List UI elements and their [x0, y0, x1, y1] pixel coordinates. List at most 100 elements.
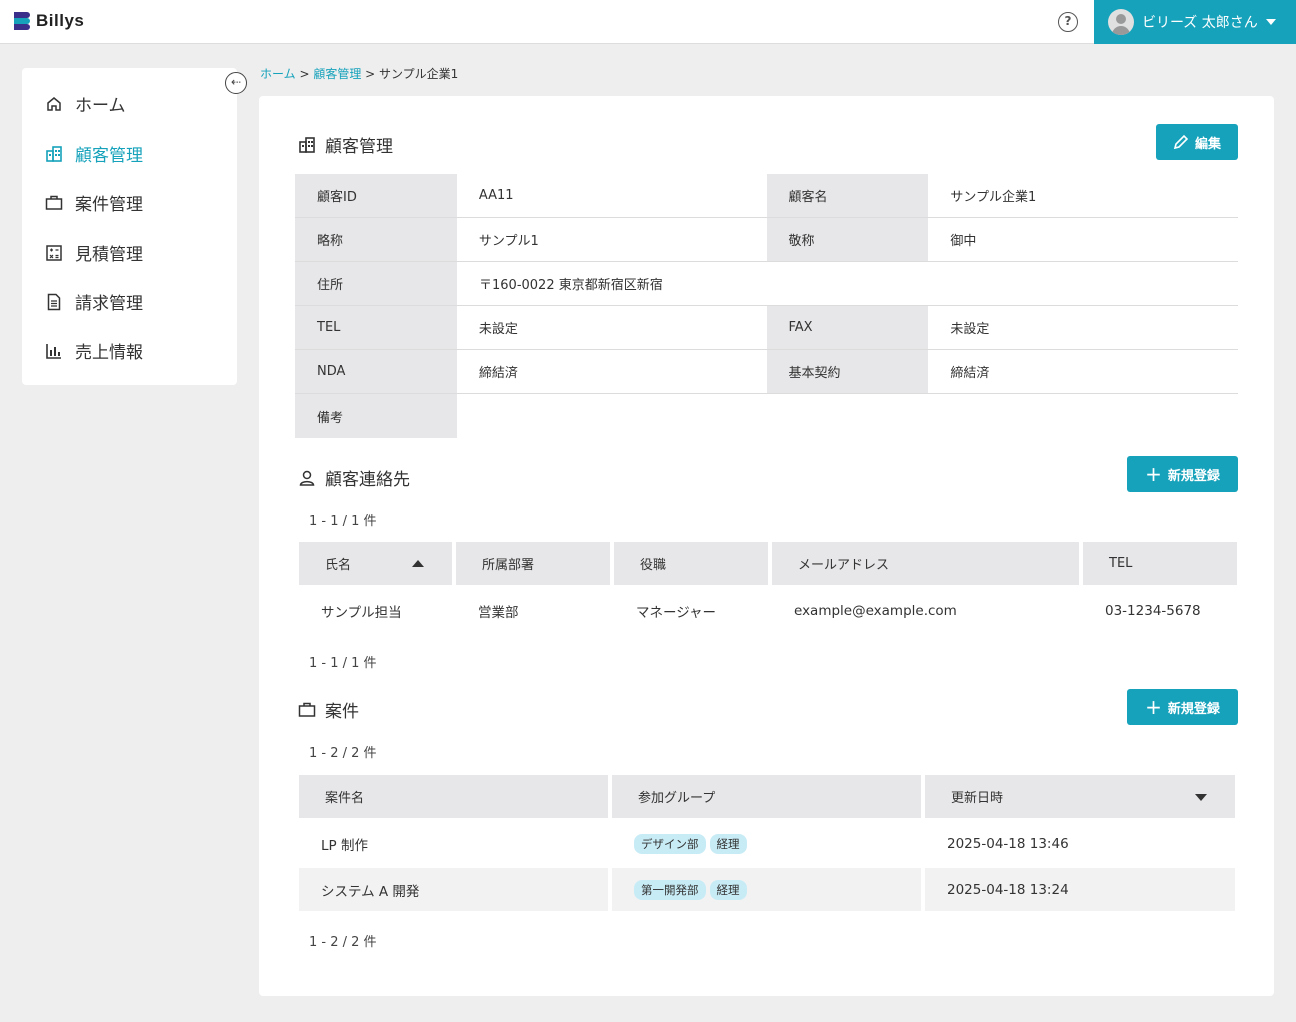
new-button-label: 新規登録 — [1167, 701, 1220, 717]
info-row: NDA 締結済 基本契約 締結済 — [295, 350, 1238, 394]
table-row: システム A 開発 第一開発部 経理 2025-04-18 13:24 — [299, 868, 1235, 911]
field-label: 顧客名 — [766, 174, 929, 217]
contact-role: マネージャー — [636, 604, 717, 621]
pencil-icon — [1173, 134, 1189, 150]
field-label: 敬称 — [766, 218, 929, 261]
info-row: 顧客ID AA11 顧客名 サンプル企業1 — [295, 174, 1238, 218]
column-header-email[interactable]: メールアドレス — [772, 542, 1079, 585]
field-value: サンプル企業1 — [950, 190, 1037, 205]
sidebar-item-label: 請求管理 — [75, 294, 143, 314]
sidebar-item-projects[interactable]: 案件管理 — [45, 190, 143, 215]
sidebar-item-label: 見積管理 — [75, 245, 143, 265]
column-header-label: TEL — [1109, 556, 1133, 571]
edit-button[interactable]: 編集 — [1156, 124, 1238, 160]
sidebar-item-label: ホーム — [75, 96, 126, 116]
contacts-section-title: 顧客連絡先 — [298, 465, 410, 490]
column-header-dept[interactable]: 所属部署 — [456, 542, 610, 585]
field-value: 〒160-0022 東京都新宿区新宿 — [479, 278, 663, 293]
field-value: サンプル1 — [478, 234, 539, 249]
help-icon[interactable]: ? — [1058, 12, 1078, 32]
new-button-label: 新規登録 — [1167, 468, 1220, 484]
sidebar-item-invoices[interactable]: 請求管理 — [45, 289, 143, 314]
section-title-text: 顧客連絡先 — [325, 470, 410, 490]
field-label: 備考 — [295, 394, 457, 438]
briefcase-icon — [298, 702, 316, 717]
top-header: Billys ? ビリーズ 太郎さん — [0, 0, 1296, 44]
contacts-count-bottom: 1 - 1 / 1 件 — [309, 656, 377, 671]
field-value: 未設定 — [478, 322, 518, 337]
field-label: FAX — [766, 306, 929, 349]
field-value: 締結済 — [950, 366, 990, 381]
sidebar-item-home[interactable]: ホーム — [45, 91, 126, 116]
section-title-text: 顧客管理 — [325, 137, 393, 157]
user-name: ビリーズ 太郎さん — [1142, 15, 1258, 31]
column-header-groups[interactable]: 参加グループ — [612, 775, 921, 818]
new-project-button[interactable]: + 新規登録 — [1127, 689, 1238, 725]
column-header-role[interactable]: 役職 — [614, 542, 768, 585]
project-groups: 第一開発部 経理 — [612, 868, 921, 911]
column-header-name[interactable]: 氏名 — [299, 542, 452, 585]
table-row: LP 制作 デザイン部 経理 2025-04-18 13:46 — [299, 822, 1235, 865]
info-row: TEL 未設定 FAX 未設定 — [295, 306, 1238, 350]
column-header-tel[interactable]: TEL — [1083, 542, 1237, 585]
breadcrumb-home-link[interactable]: ホーム — [260, 67, 296, 81]
field-label: 住所 — [295, 262, 457, 305]
group-tag: 第一開発部 — [634, 879, 706, 900]
plus-icon: + — [1145, 695, 1162, 719]
person-icon — [299, 470, 315, 486]
breadcrumb-separator: > — [295, 67, 314, 81]
calculator-icon — [46, 244, 62, 261]
column-header-label: 参加グループ — [638, 791, 716, 806]
contact-tel: 03-1234-5678 — [1105, 602, 1201, 619]
projects-count-bottom: 1 - 2 / 2 件 — [309, 935, 377, 950]
column-header-updated[interactable]: 更新日時 — [925, 775, 1235, 818]
group-tag: 経理 — [709, 833, 747, 854]
projects-count-top: 1 - 2 / 2 件 — [309, 746, 377, 761]
project-name-link[interactable]: システム A 開発 — [299, 868, 608, 911]
info-row: 住所 〒160-0022 東京都新宿区新宿 — [295, 262, 1238, 306]
field-value — [457, 394, 1238, 438]
customer-info-table: 顧客ID AA11 顧客名 サンプル企業1 略称 サンプル1 敬称 御中 住所 … — [295, 174, 1238, 438]
user-menu[interactable]: ビリーズ 太郎さん — [1094, 0, 1296, 44]
breadcrumb: ホーム > 顧客管理 > サンプル企業1 — [260, 65, 458, 82]
field-label: TEL — [295, 306, 457, 349]
project-name-link[interactable]: LP 制作 — [299, 822, 608, 865]
collapse-sidebar-icon[interactable]: ⇠ — [225, 72, 247, 94]
contact-dept: 営業部 — [478, 604, 519, 621]
field-value: 未設定 — [950, 322, 990, 337]
sidebar-item-sales[interactable]: 売上情報 — [45, 338, 143, 363]
sidebar-item-customers[interactable]: 顧客管理 — [45, 141, 143, 166]
avatar — [1108, 9, 1134, 35]
projects-table-header: 案件名 参加グループ 更新日時 — [299, 775, 1235, 818]
column-header-label: メールアドレス — [798, 558, 890, 573]
sort-asc-icon — [412, 560, 424, 567]
home-icon — [47, 96, 61, 111]
sidebar-item-estimates[interactable]: 見積管理 — [45, 240, 143, 265]
field-label: NDA — [295, 350, 457, 393]
edit-button-label: 編集 — [1194, 136, 1221, 152]
new-contact-button[interactable]: + 新規登録 — [1127, 456, 1238, 492]
projects-section-title: 案件 — [298, 697, 359, 722]
contact-name-link[interactable]: サンプル担当 — [299, 589, 452, 632]
breadcrumb-current: サンプル企業1 — [379, 67, 459, 81]
plus-icon: + — [1145, 462, 1162, 486]
sidebar-item-label: 顧客管理 — [75, 146, 143, 166]
group-tag: デザイン部 — [634, 833, 706, 854]
field-value: 御中 — [950, 234, 977, 249]
column-header-label: 案件名 — [325, 791, 365, 806]
sidebar-item-label: 売上情報 — [75, 343, 143, 363]
field-label: 顧客ID — [295, 174, 457, 217]
breadcrumb-customers-link[interactable]: 顧客管理 — [313, 67, 361, 81]
info-row: 略称 サンプル1 敬称 御中 — [295, 218, 1238, 262]
field-value: 締結済 — [478, 366, 518, 381]
document-icon — [47, 293, 61, 310]
column-header-label: 所属部署 — [482, 558, 535, 573]
briefcase-icon — [45, 195, 63, 210]
project-updated: 2025-04-18 13:24 — [925, 868, 1235, 911]
column-header-project-name[interactable]: 案件名 — [299, 775, 608, 818]
customer-section-title: 顧客管理 — [298, 132, 393, 157]
sidebar-item-label: 案件管理 — [75, 195, 143, 215]
building-icon — [46, 145, 62, 162]
field-label: 基本契約 — [766, 350, 929, 393]
app-logo[interactable]: Billys — [14, 11, 84, 31]
